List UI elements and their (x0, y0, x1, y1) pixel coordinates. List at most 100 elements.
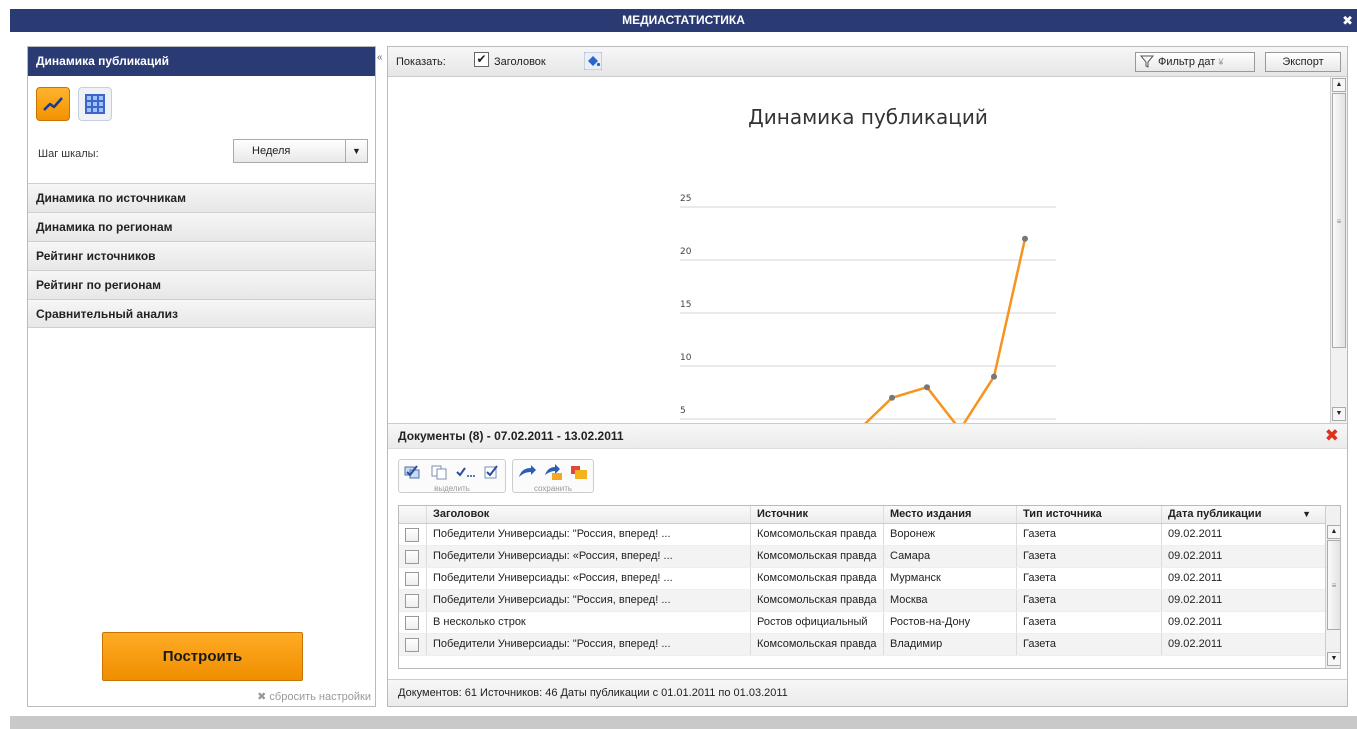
y-tick-label: 20 (680, 247, 692, 257)
cell-source-type: Газета (1017, 590, 1162, 611)
right-panel: Показать: ✔ Заголовок Фильтр дат ¥ Экспо… (387, 46, 1348, 707)
cell-place: Самара (884, 546, 1017, 567)
y-tick-label: 15 (680, 300, 691, 310)
table-row[interactable]: Победители Универсиады: «Россия, вперед!… (399, 568, 1325, 590)
table-row[interactable]: Победители Универсиады: "Россия, вперед!… (399, 524, 1325, 546)
chart-grid: 5 10 15 20 25 (680, 194, 1056, 420)
reset-settings-link[interactable]: ✖ сбросить настройки (257, 690, 371, 703)
row-checkbox[interactable] (405, 594, 419, 608)
menu-item-sources-rating[interactable]: Рейтинг источников (28, 241, 375, 270)
row-checkbox[interactable] (405, 638, 419, 652)
date-filter-label: Фильтр дат (1158, 56, 1216, 68)
scroll-up-icon[interactable]: ▲ (1332, 78, 1346, 92)
copy-selection-icon[interactable] (429, 463, 449, 481)
row-checkbox[interactable] (405, 550, 419, 564)
chart-toolbar: Показать: ✔ Заголовок Фильтр дат ¥ Экспо… (388, 47, 1347, 77)
left-panel: Динамика публикаций Шаг шкалы: Неделя ▼ … (27, 46, 376, 707)
dropdown-arrow-icon[interactable]: ▼ (345, 140, 367, 162)
table-row[interactable]: В несколько строк Ростов официальный Росто… (399, 612, 1325, 634)
cell-title: Победители Универсиады: "Россия, вперед!… (427, 524, 751, 545)
table-grid-icon[interactable] (78, 87, 112, 121)
cell-source: Ростов официальный (751, 612, 884, 633)
cell-date: 09.02.2011 (1168, 616, 1223, 628)
save-caption: сохранить (533, 484, 573, 493)
table-row[interactable]: Победители Универсиады: "Россия, вперед!… (399, 590, 1325, 612)
export-button[interactable]: Экспорт (1265, 52, 1341, 72)
table-header: Заголовок Источник Место издания Тип ист… (399, 506, 1325, 524)
paint-bucket-icon[interactable] (584, 52, 602, 70)
row-checkbox[interactable] (405, 528, 419, 542)
column-place[interactable]: Место издания (884, 506, 1017, 523)
reset-label: сбросить настройки (269, 691, 371, 703)
data-point[interactable] (1022, 235, 1028, 242)
export-arrow-icon[interactable] (517, 463, 537, 481)
series-line (864, 238, 1027, 423)
date-filter-button[interactable]: Фильтр дат ¥ (1135, 52, 1255, 72)
select-all-icon[interactable] (403, 463, 423, 481)
save-group: сохранить (512, 459, 594, 493)
select-caption: выделить (434, 484, 470, 493)
window-titlebar: МЕДИАСТАТИСТИКА ✖ (10, 9, 1357, 32)
column-title[interactable]: Заголовок (427, 506, 751, 523)
column-publication-date[interactable]: Дата публикации ▼ (1162, 506, 1325, 523)
publication-dynamics-chart: Динамика публикаций 5 10 15 20 25 (680, 105, 1056, 423)
data-point[interactable] (991, 373, 997, 380)
scroll-up-icon[interactable]: ▲ (1327, 525, 1340, 539)
sort-down-icon[interactable]: ▼ (1302, 506, 1311, 523)
table-scrollbar[interactable]: ▲ ≡ ▼ (1325, 506, 1340, 668)
cell-source: Комсомольская правда (751, 546, 884, 567)
cell-date: 09.02.2011 (1168, 528, 1223, 540)
check-box-icon[interactable] (481, 463, 501, 481)
title-checkbox[interactable]: ✔ (474, 52, 489, 67)
status-bar: Документов: 61 Источников: 46 Даты публи… (388, 679, 1347, 706)
menu-item-regions-rating[interactable]: Рейтинг по регионам (28, 270, 375, 299)
cell-place: Воронеж (884, 524, 1017, 545)
funnel-icon (1139, 55, 1155, 74)
y-tick-label: 5 (680, 406, 686, 416)
left-panel-header: Динамика публикаций (28, 47, 375, 76)
build-button[interactable]: Построить (102, 632, 303, 681)
scroll-down-icon[interactable]: ▼ (1327, 652, 1340, 666)
data-point[interactable] (889, 394, 895, 401)
cell-date: 09.02.2011 (1168, 550, 1223, 562)
row-checkbox[interactable] (405, 616, 419, 630)
folders-icon[interactable] (569, 463, 589, 481)
column-source-type[interactable]: Тип источника (1017, 506, 1162, 523)
row-checkbox-cell (399, 546, 427, 567)
cell-source-type: Газета (1017, 568, 1162, 589)
cell-date: 09.02.2011 (1168, 594, 1223, 606)
data-point[interactable] (924, 384, 930, 391)
select-group: выделить (398, 459, 506, 493)
row-checkbox[interactable] (405, 572, 419, 586)
row-checkbox-cell (399, 612, 427, 633)
line-chart-icon[interactable] (36, 87, 70, 121)
documents-table: Заголовок Источник Место издания Тип ист… (398, 505, 1341, 669)
close-documents-icon[interactable]: ✖ (1325, 427, 1339, 445)
table-row[interactable]: Победители Универсиады: «Россия, вперед!… (399, 546, 1325, 568)
scroll-thumb[interactable]: ≡ (1327, 540, 1340, 630)
collapse-panel-icon[interactable]: « (377, 52, 383, 63)
menu-item-comparative-analysis[interactable]: Сравнительный анализ (28, 299, 375, 328)
table-row[interactable]: Победители Универсиады: "Россия, вперед!… (399, 634, 1325, 656)
scale-step-select[interactable]: Неделя ▼ (233, 139, 368, 163)
cell-source: Комсомольская правда (751, 568, 884, 589)
chart-scrollbar[interactable]: ▲ ≡ ▼ (1330, 77, 1347, 423)
y-tick-label: 10 (680, 353, 692, 363)
chart-area: Динамика публикаций 5 10 15 20 25 (388, 77, 1330, 423)
column-source[interactable]: Источник (751, 506, 884, 523)
cell-date: 09.02.2011 (1168, 638, 1223, 650)
menu-item-regions-dynamics[interactable]: Динамика по регионам (28, 212, 375, 241)
check-multiple-icon[interactable] (455, 463, 475, 481)
cell-title: Победители Универсиады: «Россия, вперед!… (427, 546, 751, 567)
close-icon[interactable]: ✖ (1342, 9, 1353, 32)
scale-step-label: Шаг шкалы: (38, 148, 99, 160)
reset-icon: ✖ (257, 691, 270, 703)
row-checkbox-cell (399, 634, 427, 655)
scroll-thumb[interactable]: ≡ (1332, 93, 1346, 348)
header-checkbox-cell (399, 506, 427, 523)
menu-item-sources-dynamics[interactable]: Динамика по источникам (28, 183, 375, 212)
cell-title: В несколько строк (427, 612, 751, 633)
save-to-folder-icon[interactable] (543, 463, 563, 481)
scroll-down-icon[interactable]: ▼ (1332, 407, 1346, 421)
window-bottom-edge (10, 716, 1357, 729)
